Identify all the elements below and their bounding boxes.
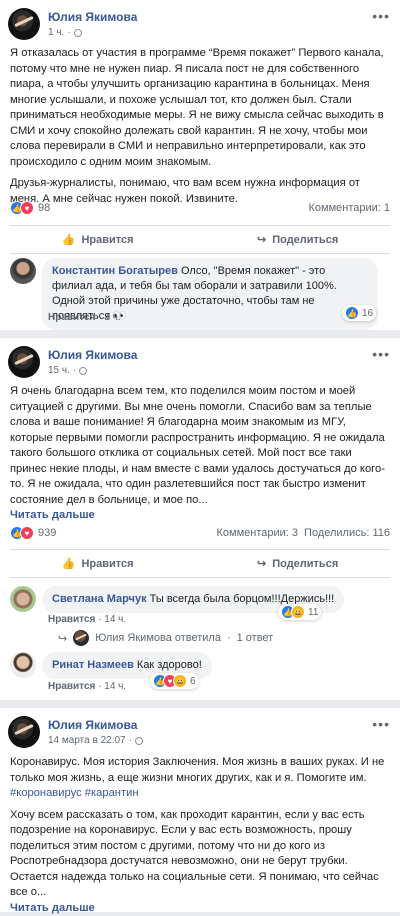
comment-like-link[interactable]: Нравится xyxy=(48,312,95,323)
avatar[interactable] xyxy=(8,8,40,40)
post-paragraph: Я очень благодарна всем тем, кто поделил… xyxy=(10,385,385,506)
comment-time[interactable]: 14 ч. xyxy=(104,681,126,692)
more-options-icon[interactable]: ••• xyxy=(372,716,390,732)
share-label: Поделиться xyxy=(272,233,339,246)
divider xyxy=(10,225,390,226)
comment-time[interactable]: 1 ч. xyxy=(104,312,120,323)
post-time[interactable]: 14 марта в 22:07 xyxy=(48,735,126,746)
read-more-link[interactable]: Читать дальше xyxy=(10,509,95,521)
share-arrow-icon: ↪ xyxy=(257,234,267,246)
like-label: Нравится xyxy=(81,233,134,246)
thumbs-up-icon: 👍 xyxy=(61,234,76,246)
reply-verb: ответила xyxy=(174,632,221,644)
share-button[interactable]: ↪ Поделиться xyxy=(257,557,339,571)
divider xyxy=(10,253,390,254)
share-arrow-icon: ↪ xyxy=(257,558,267,570)
comment-text: Как здорово! xyxy=(136,659,202,671)
comment-like-link[interactable]: Нравится xyxy=(48,614,95,625)
post-paragraph: Хочу всем рассказать о том, как проходит… xyxy=(10,808,379,899)
comment-reactions[interactable]: 👍 16 xyxy=(342,305,377,321)
comment-meta: Нравится · 14 ч. xyxy=(48,681,127,692)
comment-like-link[interactable]: Нравится xyxy=(48,681,95,692)
avatar[interactable] xyxy=(10,258,36,284)
avatar[interactable] xyxy=(8,346,40,378)
like-label: Нравится xyxy=(81,557,134,570)
post-card-3: Юлия Якимова 14 марта в 22:07 · ••• Коро… xyxy=(0,708,400,914)
reactions-summary[interactable]: 👍 ♥ 98 xyxy=(10,201,50,215)
post-text: Я отказалась от участия в программе “Вре… xyxy=(10,46,388,207)
post-card-1: Юлия Якимова 1 ч. · ••• Я отказалась от … xyxy=(0,0,400,330)
thumbs-up-icon: 👍 xyxy=(61,558,76,570)
reactions-count: 939 xyxy=(38,527,57,539)
post-meta: 1 ч. · xyxy=(48,27,137,38)
post-actions: 👍 Нравится ↪ Поделиться xyxy=(0,557,400,571)
reply-count: 1 ответ xyxy=(236,632,274,644)
like-button[interactable]: 👍 Нравится xyxy=(61,233,134,247)
author-name[interactable]: Юлия Якимова xyxy=(48,348,137,362)
view-replies[interactable]: ↪ Юлия Якимова ответила · 1 ответ xyxy=(58,630,273,646)
hashtags[interactable]: #коронавирус #карантин xyxy=(10,787,139,799)
comment-3: Ринат Назмеев Как здорово! xyxy=(10,652,390,679)
post-text: Я очень благодарна всем тем, кто поделил… xyxy=(10,384,388,524)
reactions-summary[interactable]: 👍 ♥ 939 xyxy=(10,526,56,540)
comment-meta: Нравится · 14 ч. xyxy=(48,614,127,625)
globe-icon xyxy=(79,366,88,375)
author-name[interactable]: Юлия Якимова xyxy=(48,718,143,732)
love-reaction-icon: ♥ xyxy=(20,201,34,215)
post-time[interactable]: 15 ч. xyxy=(48,365,70,376)
avatar[interactable] xyxy=(10,652,36,678)
like-reaction-icon: 👍 xyxy=(345,306,359,320)
post-paragraph: Коронавирус. Моя история Заключения. Моя… xyxy=(10,756,385,784)
post-stats: 👍 ♥ 939 Комментарии: 3 Поделились: 116 xyxy=(10,526,390,540)
comment-reactions[interactable]: 👍 😀 11 xyxy=(278,604,322,620)
post-time[interactable]: 1 ч. xyxy=(48,27,64,38)
post-header: Юлия Якимова 15 ч. · xyxy=(8,346,137,378)
avatar[interactable] xyxy=(10,586,36,612)
comment-time[interactable]: 14 ч. xyxy=(104,614,126,625)
globe-icon xyxy=(134,736,143,745)
post-actions: 👍 Нравится ↪ Поделиться xyxy=(0,233,400,247)
comment-2: Светлана Марчук Ты всегда была борцом!!!… xyxy=(10,586,390,613)
haha-reaction-icon: 😀 xyxy=(291,605,305,619)
comments-count[interactable]: Комментарии: 1 xyxy=(308,202,390,214)
divider xyxy=(10,577,390,578)
post-text: Коронавирус. Моя история Заключения. Моя… xyxy=(10,755,388,916)
post-paragraph: Я отказалась от участия в программе “Вре… xyxy=(10,47,384,168)
post-card-2: Юлия Якимова 15 ч. · ••• Я очень благода… xyxy=(0,338,400,700)
post-header: Юлия Якимова 14 марта в 22:07 · xyxy=(8,716,143,748)
avatar xyxy=(73,630,90,646)
comment-reactions[interactable]: 👍 ♥ 😀 6 xyxy=(150,673,199,689)
avatar[interactable] xyxy=(8,716,40,748)
share-button[interactable]: ↪ Поделиться xyxy=(257,233,339,247)
comments-count[interactable]: Комментарии: 3 xyxy=(217,527,299,539)
post-meta: 14 марта в 22:07 · xyxy=(48,735,143,746)
shares-count[interactable]: Поделились: 116 xyxy=(304,527,390,539)
love-reaction-icon: ♥ xyxy=(20,526,34,540)
like-button[interactable]: 👍 Нравится xyxy=(61,557,134,571)
haha-reaction-icon: 😀 xyxy=(173,674,187,688)
post-header: Юлия Якимова 1 ч. · xyxy=(8,8,137,40)
comment-meta: Нравится · 1 ч. xyxy=(48,312,121,323)
more-options-icon[interactable]: ••• xyxy=(372,8,390,24)
more-options-icon[interactable]: ••• xyxy=(372,346,390,362)
post-stats: 👍 ♥ 98 Комментарии: 1 xyxy=(10,201,390,215)
reply-author: Юлия Якимова xyxy=(95,632,172,644)
divider xyxy=(10,549,390,550)
globe-icon xyxy=(73,28,82,37)
comment-author[interactable]: Светлана Марчук xyxy=(52,593,147,605)
comment-author[interactable]: Ринат Назмеев xyxy=(52,659,134,671)
post-meta: 15 ч. · xyxy=(48,365,137,376)
author-name[interactable]: Юлия Якимова xyxy=(48,10,137,24)
comment-author[interactable]: Константин Богатырев xyxy=(52,265,178,277)
reply-arrow-icon: ↪ xyxy=(58,632,68,645)
reactions-count: 98 xyxy=(38,202,51,214)
share-label: Поделиться xyxy=(272,557,339,570)
